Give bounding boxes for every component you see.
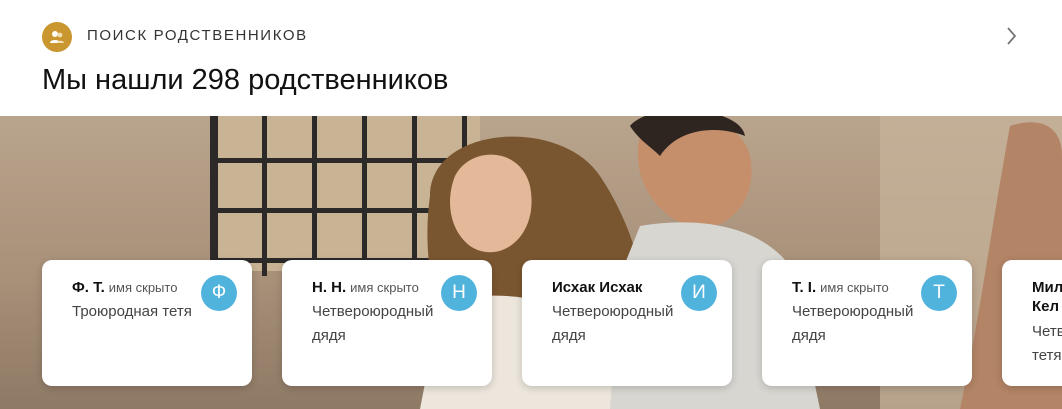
avatar: И [681,275,717,311]
relative-name: Т. І. [792,279,817,296]
relative-name: Н. Н. [312,279,347,296]
avatar: Ф [201,275,237,311]
relative-card[interactable]: Н. Н. имя скрыто Четвероюродный дядя Н [282,260,492,386]
avatar: Н [441,275,477,311]
relation-label: Четвероюродный дядя [792,303,914,344]
relative-name: Ф. Т. [72,279,105,296]
avatar: Т [921,275,957,311]
section-label: ПОИСК РОДСТВЕННИКОВ [87,27,308,44]
relative-card[interactable]: Т. І. имя скрыто Четвероюродный дядя Т [762,260,972,386]
relative-card[interactable]: Мил Кел Четв тетя [1002,260,1062,386]
relative-name: Мил Кел [1032,279,1062,315]
chevron-right-icon[interactable] [1000,24,1024,48]
name-hidden-label: имя скрыто [820,280,889,295]
relation-label: Четв тетя [1032,323,1062,364]
page-title: Мы нашли 298 родственников [42,64,449,96]
relative-card[interactable]: Исхак Исхак Четвероюродный дядя И [522,260,732,386]
name-hidden-label: имя скрыто [350,280,419,295]
relative-card[interactable]: Ф. Т. имя скрыто Троюродная тетя Ф [42,260,252,386]
relation-label: Троюродная тетя [72,303,192,320]
header: ПОИСК РОДСТВЕННИКОВ Мы нашли 298 родстве… [0,0,1062,116]
relation-label: Четвероюродный дядя [552,303,674,344]
name-hidden-label: имя скрыто [108,280,178,295]
people-icon [42,22,72,52]
relation-label: Четвероюродный дядя [312,303,434,344]
relative-name: Исхак Исхак [552,279,643,296]
